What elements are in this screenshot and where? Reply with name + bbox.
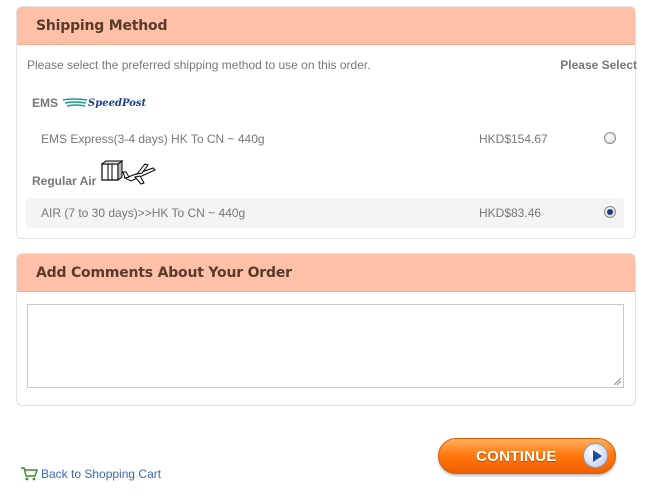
comments-panel: Add Comments About Your Order (16, 253, 636, 406)
shipping-method-header: Shipping Method (17, 7, 635, 45)
shipping-option-name: AIR (7 to 30 days)>>HK To CN ~ 440g (41, 206, 246, 220)
group-regular-air-label: Regular Air (32, 174, 97, 188)
shipping-intro-text: Please select the preferred shipping met… (27, 58, 371, 72)
shipping-option-ems[interactable]: EMS Express(3-4 days) HK To CN ~ 440g HK… (26, 124, 624, 154)
parcel-airplane-icon (100, 160, 157, 189)
continue-button[interactable]: CONTINUE (438, 438, 616, 476)
arrow-right-icon (583, 443, 608, 468)
shipping-method-title: Shipping Method (36, 18, 168, 34)
shopping-cart-icon (21, 467, 38, 481)
group-ems: EMS SpeedPost (32, 96, 146, 111)
shipping-radio-air[interactable] (604, 206, 616, 218)
shipping-option-price: HKD$154.67 (479, 132, 548, 146)
speedpost-logo: SpeedPost (62, 97, 146, 109)
comments-textarea[interactable] (27, 304, 624, 388)
shipping-option-price: HKD$83.46 (479, 206, 542, 220)
comments-header: Add Comments About Your Order (17, 254, 635, 292)
shipping-option-name: EMS Express(3-4 days) HK To CN ~ 440g (41, 132, 265, 146)
shipping-option-air[interactable]: AIR (7 to 30 days)>>HK To CN ~ 440g HKD$… (26, 198, 624, 228)
group-ems-label: EMS (32, 96, 59, 110)
resize-grip-icon[interactable] (613, 377, 621, 385)
back-to-cart[interactable]: Back to Shopping Cart (20, 467, 161, 481)
back-to-cart-link[interactable]: Back to Shopping Cart (41, 467, 161, 481)
speedpost-logo-text: SpeedPost (88, 97, 147, 109)
group-regular-air: Regular Air (32, 160, 157, 189)
shipping-radio-ems[interactable] (604, 132, 616, 144)
comments-title: Add Comments About Your Order (36, 265, 292, 281)
continue-label: CONTINUE (476, 448, 557, 465)
please-select-label: Please Select (560, 58, 637, 72)
